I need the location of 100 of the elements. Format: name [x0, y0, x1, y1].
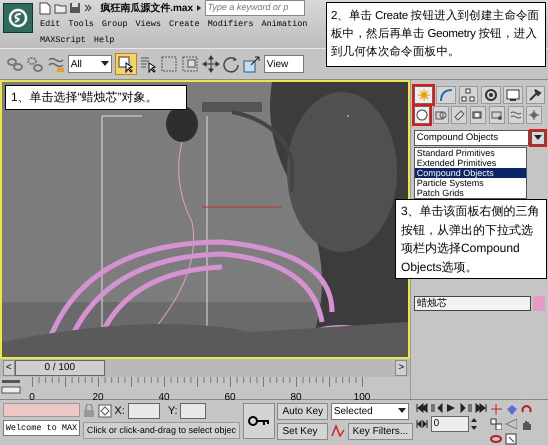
selection-filter-dropdown[interactable]: All [68, 55, 112, 73]
selection-filter-value: All [70, 58, 82, 72]
systems-button[interactable] [526, 106, 542, 124]
select-by-name-icon[interactable] [139, 55, 158, 73]
modify-tab[interactable] [436, 86, 456, 104]
listener-field[interactable]: Welcome to MAX [2, 420, 80, 436]
key-mode-dropdown[interactable]: Selected [330, 402, 409, 420]
display-tab[interactable] [503, 86, 523, 104]
file-title: 疯狂南瓜源文件.max [100, 2, 194, 16]
set-key-mode-button[interactable] [242, 402, 275, 439]
spinner-icon[interactable] [471, 416, 478, 430]
cameras-icon [472, 109, 484, 122]
modify-icon [438, 88, 453, 102]
motion-tab[interactable] [480, 86, 500, 104]
field-of-view-icon[interactable] [504, 418, 517, 430]
play-icon[interactable] [445, 402, 458, 413]
menu-item[interactable]: Help [90, 34, 118, 46]
tick-label: 60 [224, 391, 236, 405]
callout-note: 1、单击选择“蜡烛芯”对象。 [5, 85, 187, 110]
next-frame-button[interactable]: > [395, 360, 408, 376]
rotate-icon[interactable] [222, 55, 240, 73]
tick-label: 0 [29, 391, 35, 405]
menu-item[interactable]: Views [131, 18, 165, 30]
key-filters-button[interactable]: Key Filters... [348, 422, 414, 440]
go-to-end-icon[interactable] [474, 402, 487, 413]
previous-frame-button[interactable]: < [2, 360, 15, 376]
geometry-button[interactable] [414, 106, 430, 124]
open-folder-icon[interactable] [54, 2, 66, 14]
maximize-viewport-icon[interactable] [490, 418, 502, 430]
min-max-toggle-icon[interactable] [504, 432, 517, 445]
dropdown-option[interactable]: Extended Primitives [414, 158, 526, 168]
shapes-button[interactable] [432, 106, 448, 124]
isolate-icon[interactable] [98, 404, 112, 418]
new-file-icon[interactable] [38, 2, 51, 14]
cameras-button[interactable] [470, 106, 486, 124]
select-object-button[interactable] [114, 53, 136, 75]
dropdown-option[interactable]: Particle Systems [414, 178, 526, 188]
link-icon[interactable] [6, 55, 24, 73]
hierarchy-tab[interactable] [458, 86, 478, 104]
y-label: Y: [168, 404, 178, 419]
app-logo[interactable] [3, 3, 33, 33]
menu-item[interactable]: Tools [64, 18, 98, 30]
tangent-icon[interactable] [330, 422, 345, 436]
callout-note: 3、单击该面板右侧的三角按钮，从弹出的下拉式选项栏内选择Compound Objects选项。 [395, 199, 547, 280]
unlink-icon[interactable] [26, 55, 44, 73]
move-icon[interactable] [202, 55, 220, 73]
window-crossing-icon[interactable] [180, 55, 199, 73]
menu-item[interactable]: Create [164, 18, 204, 30]
go-to-start-icon[interactable] [416, 402, 428, 413]
helpers-icon [490, 109, 503, 122]
current-frame-field[interactable]: 0 [430, 416, 469, 432]
search-field[interactable]: Type a keyword or p [204, 0, 305, 16]
systems-icon [528, 109, 540, 122]
lights-icon [453, 109, 466, 122]
reference-coordinate-dropdown[interactable]: View [264, 55, 304, 73]
dropdown-option[interactable]: Patch Grids [414, 188, 526, 198]
hierarchy-icon [461, 88, 476, 102]
dropdown-arrow-button[interactable] [531, 130, 546, 145]
utilities-tab[interactable] [526, 86, 546, 104]
tick-label: 100 [354, 391, 370, 405]
orbit-icon[interactable] [520, 402, 532, 415]
next-key-icon[interactable] [460, 402, 472, 413]
menu-item[interactable]: Modifiers [204, 18, 258, 30]
expand-arrow-icon[interactable] [196, 4, 202, 12]
dropdown-option[interactable]: Standard Primitives [414, 148, 526, 158]
save-icon[interactable] [69, 2, 82, 14]
rectangle-selection-icon[interactable] [160, 55, 178, 73]
menu-item[interactable]: Edit [36, 18, 64, 30]
tick-label: 80 [290, 391, 302, 405]
object-color-swatch[interactable] [533, 296, 546, 311]
menu-item[interactable]: Animation [257, 18, 312, 30]
object-name-field[interactable]: 蜡烛芯 [414, 296, 530, 311]
y-coordinate-field[interactable] [180, 403, 206, 419]
set-key-button[interactable]: Set Key [277, 422, 328, 440]
callout-note: 2、单击 Create 按钮进入到创建主命令面板中，然后再单击 Geometry 按钮，进入到几何体次命令面板中。 [326, 2, 546, 68]
create-tab[interactable] [414, 86, 434, 104]
auto-key-button[interactable]: Auto Key [277, 402, 328, 420]
space-warps-button[interactable] [508, 106, 524, 124]
scale-icon[interactable] [243, 55, 261, 73]
menu-item[interactable]: MAXScript [36, 34, 90, 46]
time-slider-thumb[interactable]: 0 / 100 [14, 360, 105, 376]
dropdown-option[interactable]: Compound Objects [414, 168, 526, 178]
previous-key-icon[interactable] [430, 402, 443, 413]
key-mode-toggle-icon[interactable] [416, 418, 428, 428]
helpers-button[interactable] [488, 106, 505, 124]
more-icon[interactable] [84, 4, 92, 12]
curve-editor-icon[interactable] [0, 377, 22, 395]
dropdown-arrow-icon [100, 61, 109, 67]
arc-rotate-icon[interactable] [490, 432, 502, 445]
tick-label: 20 [92, 391, 104, 405]
display-icon [506, 88, 520, 102]
space-warps-icon [510, 109, 522, 122]
menu-item[interactable]: Group [98, 18, 132, 30]
wave-icon[interactable] [47, 55, 65, 73]
lights-button[interactable] [451, 106, 468, 124]
x-coordinate-field[interactable] [128, 403, 160, 419]
create-icon [416, 88, 431, 102]
category-dropdown[interactable]: Compound Objects [414, 130, 528, 146]
status-prompt: Click or click-and-drag to select objec [82, 422, 240, 439]
geometry-icon [416, 109, 428, 122]
